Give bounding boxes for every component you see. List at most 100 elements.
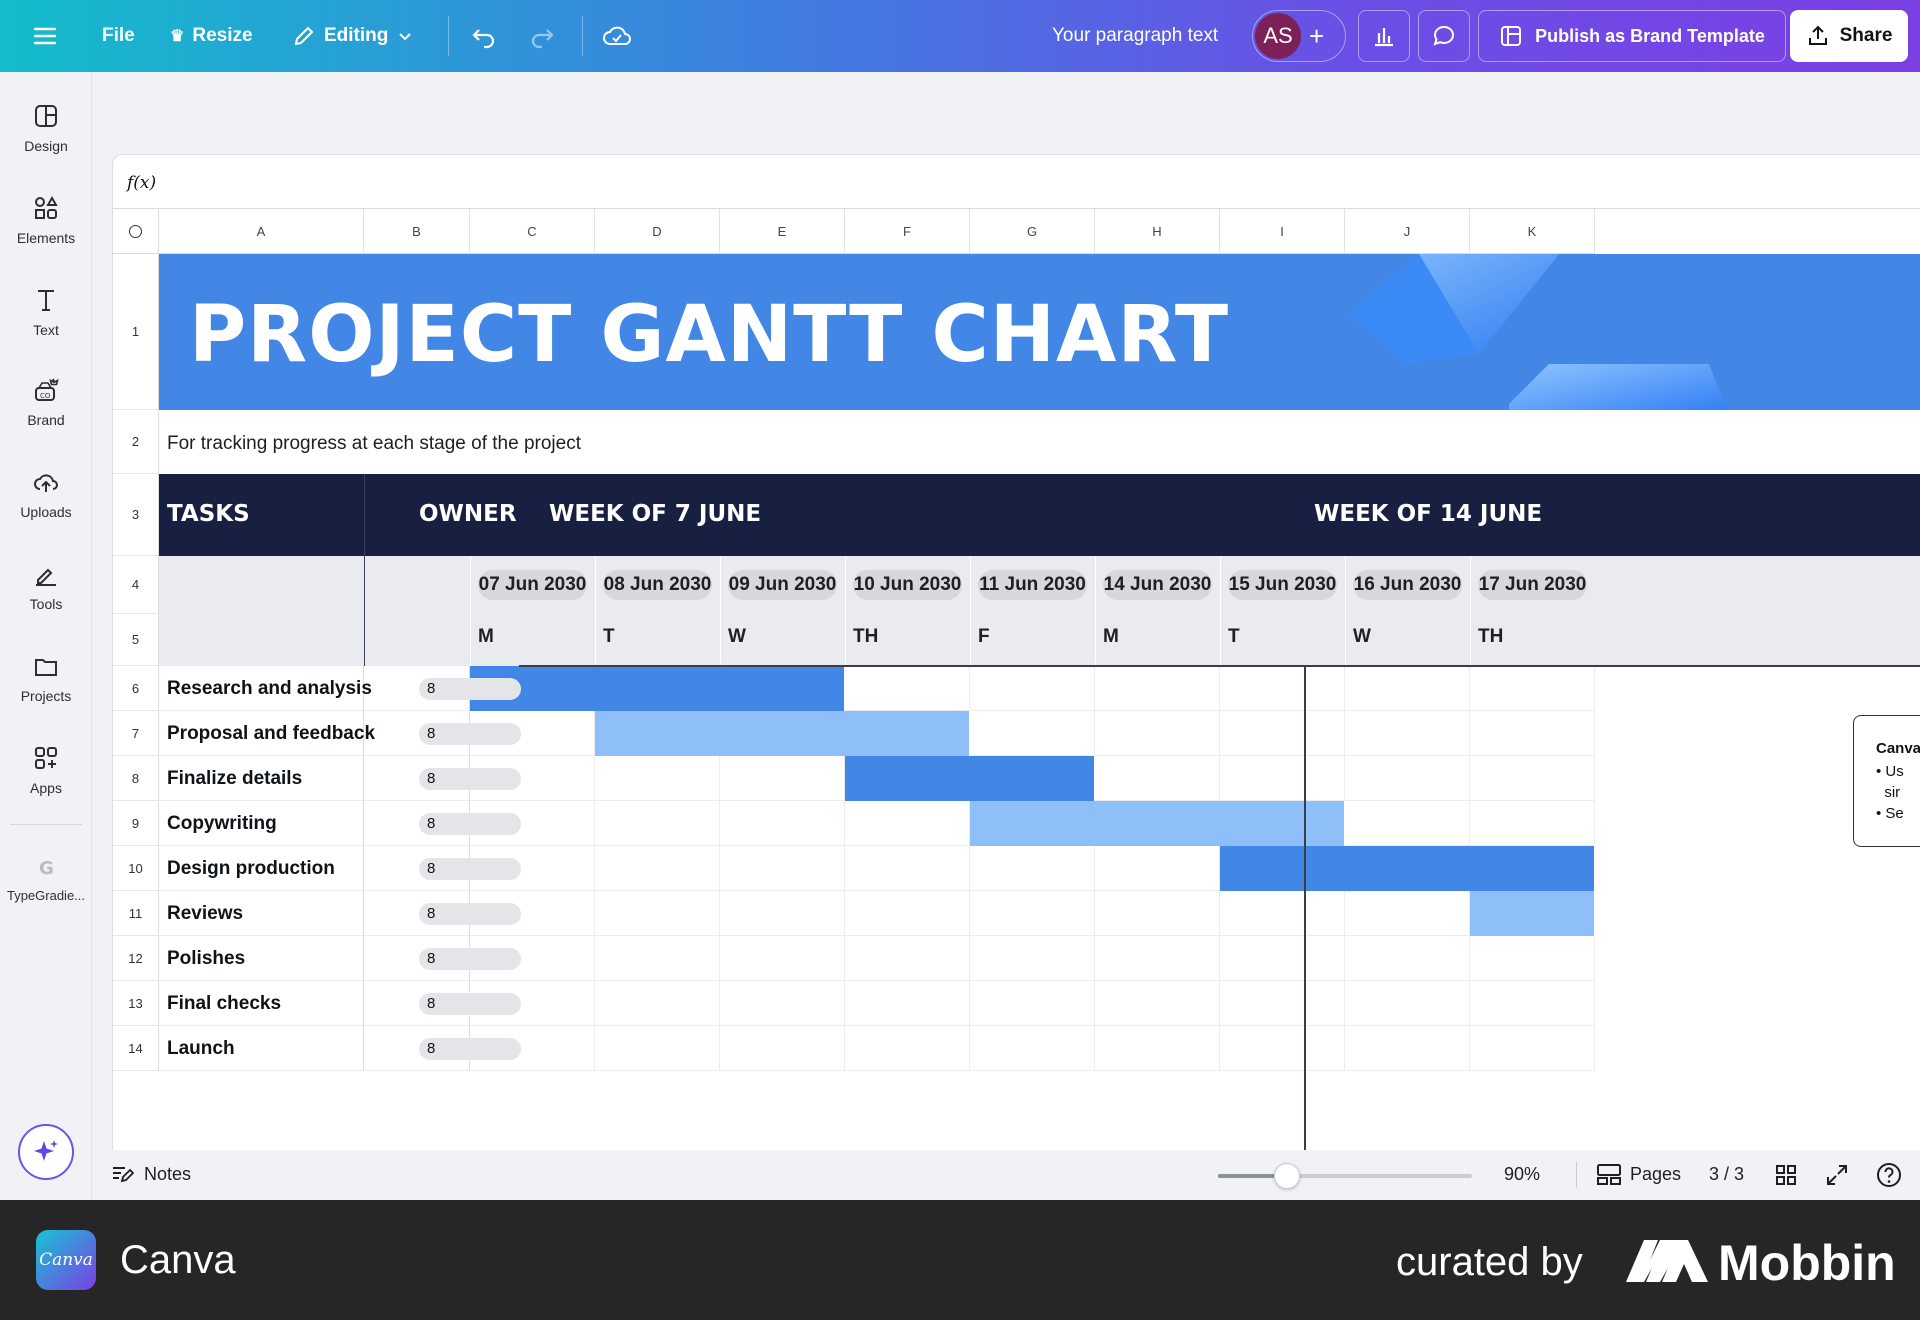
timeline-cell[interactable] [595,756,720,801]
timeline-cell[interactable] [845,666,970,711]
timeline-cell[interactable] [1345,936,1470,981]
timeline-cell[interactable] [1470,981,1595,1026]
timeline-cell[interactable] [970,981,1095,1026]
column-header[interactable]: H [1095,209,1220,254]
gantt-bar[interactable] [845,756,1095,801]
column-header[interactable]: F [845,209,970,254]
timeline-cell[interactable] [1345,1026,1470,1071]
timeline-cell[interactable] [720,756,845,801]
owner-chip[interactable]: 8 [419,678,521,700]
timeline-cell[interactable] [595,891,720,936]
timeline-cell[interactable] [845,936,970,981]
timeline-cell[interactable] [1345,801,1470,846]
sidebar-item-design[interactable]: Design [0,102,92,154]
timeline-cell[interactable] [970,666,1095,711]
gantt-bar[interactable] [970,801,1345,846]
timeline-cell[interactable] [1470,666,1595,711]
timeline-cell[interactable] [1345,981,1470,1026]
timeline-cell[interactable] [970,936,1095,981]
owner-chip[interactable]: 8 [419,723,521,745]
sidebar-item-brand[interactable]: CO Brand [0,376,92,428]
column-header[interactable]: B [364,209,470,254]
timeline-cell[interactable] [1220,891,1345,936]
add-collaborator-button[interactable]: + [1309,23,1324,49]
timeline-cell[interactable] [1220,936,1345,981]
sidebar-item-text[interactable]: Text [0,286,92,338]
comments-button[interactable] [1418,0,1470,72]
timeline-cell[interactable] [1470,711,1595,756]
timeline-cell[interactable] [595,936,720,981]
timeline-cell[interactable] [1095,1026,1220,1071]
timeline-cell[interactable] [1470,936,1595,981]
timeline-cell[interactable] [845,1026,970,1071]
timeline-cell[interactable] [720,846,845,891]
select-all-corner[interactable] [113,209,159,254]
timeline-cell[interactable] [720,891,845,936]
grid-view-button[interactable] [1774,1163,1798,1192]
timeline-cell[interactable] [1095,666,1220,711]
owner-chip[interactable]: 8 [419,813,521,835]
row-header[interactable]: 3 [113,474,159,556]
column-header[interactable]: E [720,209,845,254]
gantt-bar[interactable] [470,666,845,711]
timeline-cell[interactable] [970,891,1095,936]
row-header[interactable]: 6 [113,666,159,711]
insights-button[interactable] [1358,0,1410,72]
timeline-cell[interactable] [595,1026,720,1071]
timeline-cell[interactable] [1220,711,1345,756]
timeline-cell[interactable] [720,801,845,846]
column-header[interactable]: D [595,209,720,254]
row-header[interactable]: 11 [113,891,159,936]
sidebar-item-typegradient[interactable]: G TypeGradie... [0,852,92,903]
share-button[interactable]: Share [1790,0,1908,72]
timeline-cell[interactable] [1345,711,1470,756]
formula-bar[interactable]: f(x) [113,155,1920,209]
timeline-cell[interactable] [845,801,970,846]
timeline-cell[interactable] [595,801,720,846]
timeline-cell[interactable] [845,846,970,891]
redo-button[interactable] [528,0,556,72]
owner-chip[interactable]: 8 [419,903,521,925]
notes-button[interactable]: Notes [110,1162,191,1186]
sidebar-item-elements[interactable]: Elements [0,194,92,246]
timeline-cell[interactable] [1345,666,1470,711]
avatar[interactable]: AS [1255,13,1301,59]
timeline-cell[interactable] [1095,981,1220,1026]
timeline-cell[interactable] [1220,666,1345,711]
timeline-cell[interactable] [1345,891,1470,936]
timeline-cell[interactable] [845,981,970,1026]
timeline-cell[interactable] [1220,1026,1345,1071]
timeline-cell[interactable] [595,846,720,891]
timeline-cell[interactable] [1095,756,1220,801]
file-menu[interactable]: File [102,0,135,72]
column-header[interactable]: A [159,209,364,254]
row-header[interactable]: 9 [113,801,159,846]
timeline-cell[interactable] [1095,846,1220,891]
row-header[interactable]: 8 [113,756,159,801]
magic-button[interactable] [18,1124,74,1180]
column-header[interactable]: G [970,209,1095,254]
row-header[interactable]: 2 [113,410,159,474]
sidebar-item-apps[interactable]: Apps [0,744,92,796]
row-header[interactable]: 4 [113,556,159,614]
column-header[interactable]: K [1470,209,1595,254]
timeline-cell[interactable] [1470,801,1595,846]
timeline-cell[interactable] [970,1026,1095,1071]
timeline-cell[interactable] [1220,756,1345,801]
timeline-cell[interactable] [1095,711,1220,756]
gantt-bar[interactable] [595,711,970,756]
owner-chip[interactable]: 8 [419,1038,521,1060]
row-header[interactable]: 12 [113,936,159,981]
sidebar-item-projects[interactable]: Projects [0,652,92,704]
timeline-cell[interactable] [1470,756,1595,801]
help-button[interactable] [1875,1161,1903,1194]
timeline-cell[interactable] [720,1026,845,1071]
gantt-bar[interactable] [1470,891,1595,936]
column-header[interactable]: I [1220,209,1345,254]
row-header[interactable]: 10 [113,846,159,891]
owner-chip[interactable]: 8 [419,768,521,790]
resize-button[interactable]: ♛ Resize [170,0,253,72]
save-status-button[interactable] [602,0,632,72]
sidebar-item-uploads[interactable]: Uploads [0,468,92,520]
gantt-bar[interactable] [1220,846,1595,891]
